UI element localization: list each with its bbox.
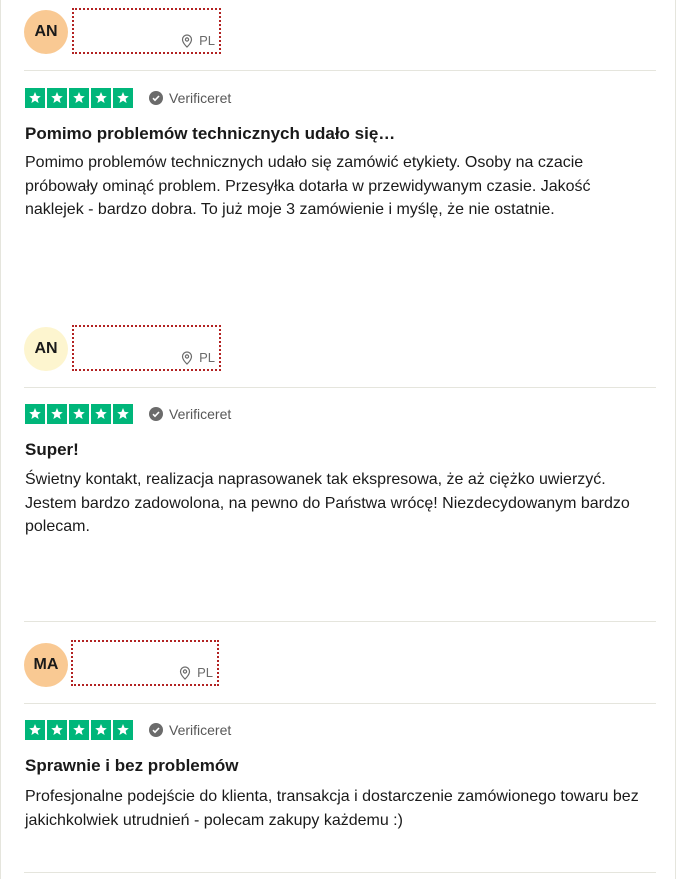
location: PL [181,350,215,365]
divider [24,387,656,388]
verified-badge[interactable]: Verificeret [149,90,231,106]
star-icon [91,88,111,108]
divider [24,70,656,71]
location-country: PL [199,33,215,48]
review-text: Pomimo problemów technicznych udało się … [25,154,591,218]
star-icon [113,720,133,740]
divider [24,872,656,873]
review-title[interactable]: Pomimo problemów technicznych udało się… [25,124,645,144]
verified-badge[interactable]: Verificeret [149,406,231,422]
star-icon [25,404,45,424]
consumer-info-redacted[interactable]: PL [71,640,219,686]
star-icon [47,720,67,740]
star-icon [25,720,45,740]
avatar[interactable]: AN [24,327,68,371]
star-icon [47,404,67,424]
star-icon [69,404,89,424]
location-country: PL [199,350,215,365]
star-icon [69,88,89,108]
consumer-info-redacted[interactable]: PL [72,8,221,54]
location-pin-icon [181,350,193,365]
verified-label: Verificeret [169,90,232,106]
star-icon [113,88,133,108]
location-pin-icon [181,33,193,48]
location: PL [181,33,215,48]
star-icon [91,720,111,740]
avatar[interactable]: AN [24,10,68,54]
verified-label: Verificeret [169,406,232,422]
location-country: PL [197,665,213,680]
star-rating [25,404,133,424]
star-icon [69,720,89,740]
checkmark-icon [149,723,163,737]
checkmark-icon [149,407,163,421]
avatar[interactable]: MA [24,643,68,687]
review-text: Świetny kontakt, realizacja naprasowanek… [25,471,630,535]
star-icon [25,88,45,108]
star-rating [25,720,133,740]
verified-label: Verificeret [169,722,232,738]
review-title[interactable]: Super! [25,440,645,460]
star-icon [113,404,133,424]
checkmark-icon [149,91,163,105]
star-icon [91,404,111,424]
divider [24,703,656,704]
star-icon [47,88,67,108]
location-pin-icon [179,665,191,680]
star-rating [25,88,133,108]
page-left-border [0,0,1,879]
review-text: Profesjonalne podejście do klienta, tran… [25,788,639,829]
location: PL [179,665,213,680]
divider [24,621,656,622]
verified-badge[interactable]: Verificeret [149,722,231,738]
consumer-info-redacted[interactable]: PL [72,325,221,371]
review-title[interactable]: Sprawnie i bez problemów [25,756,645,776]
